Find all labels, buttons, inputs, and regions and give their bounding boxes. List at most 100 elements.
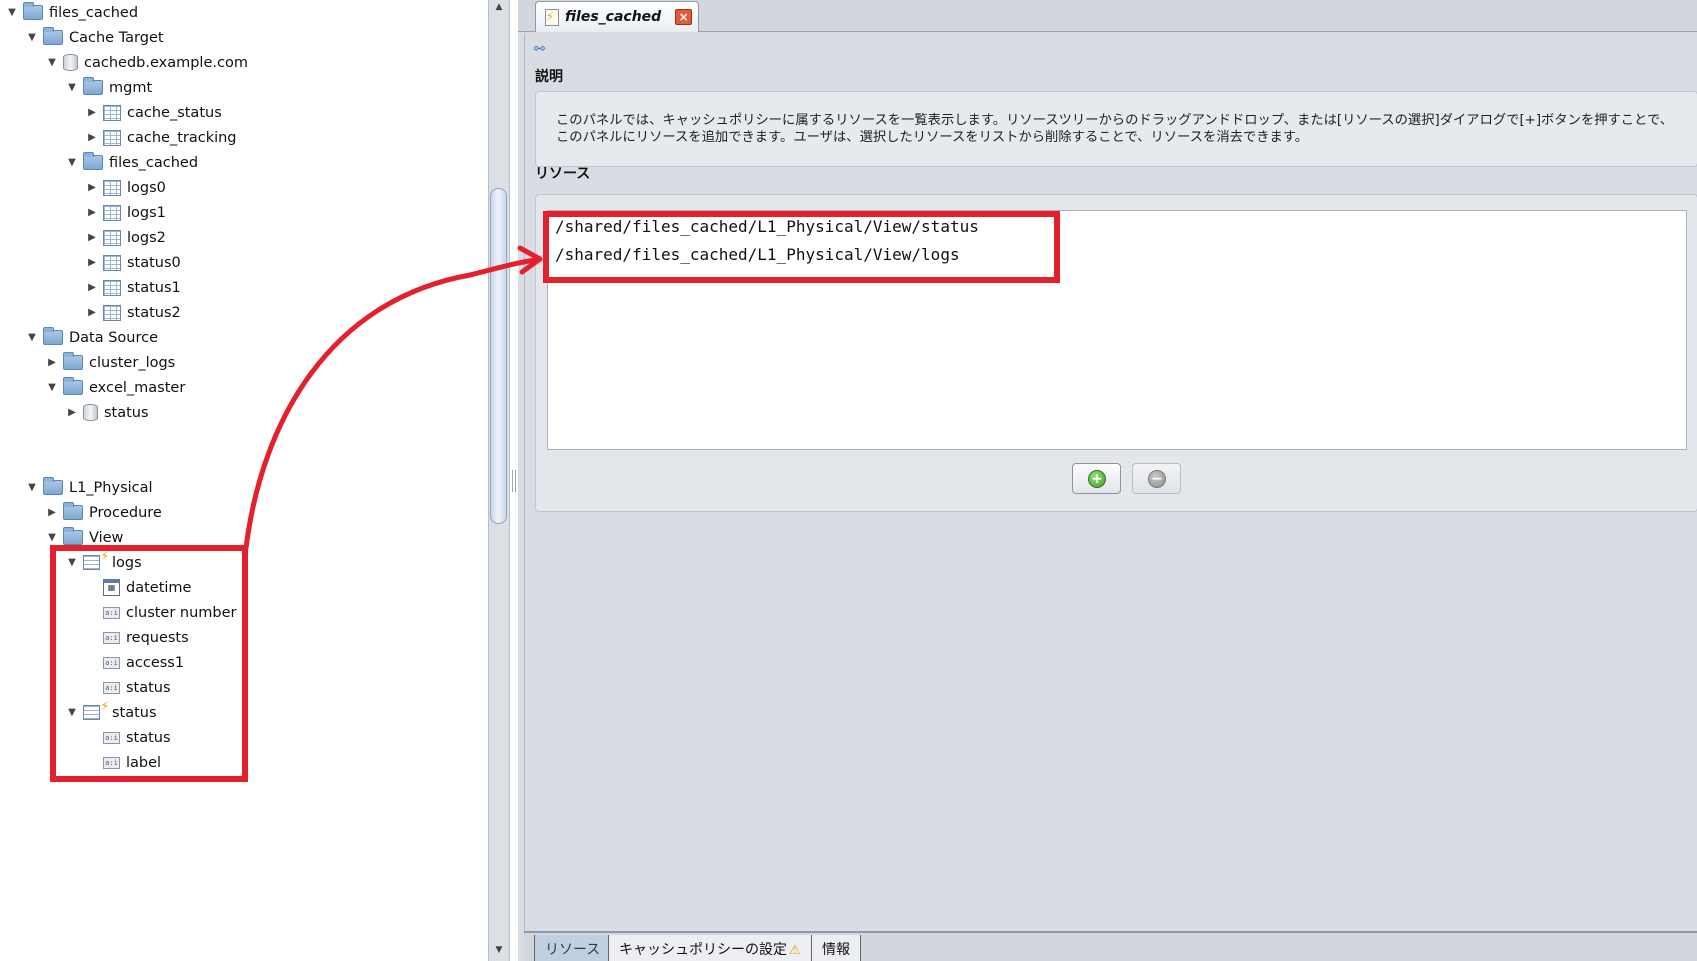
resources-heading: リソース [535,166,591,182]
collapse-arrow-icon[interactable]: ▶ [85,107,99,118]
splitter-grip[interactable] [512,470,516,492]
editor-tab-files-cached[interactable]: files_cached × [535,1,699,32]
editor-content: ⚯ 説明 このパネルでは、キャッシュポリシーに属するリソースを一覧表示します。リ… [524,33,1697,931]
tree-node[interactable]: ▼ Data Source [25,325,158,350]
tab-resources[interactable]: リソース [534,935,612,961]
tree-node[interactable]: ▶ logs1 [85,200,166,225]
tree-scrollbar[interactable]: ▲ ▼ [488,0,510,961]
expand-arrow-icon[interactable]: ▼ [65,157,79,168]
editor-tab-label: files_cached [565,9,662,25]
tree-node[interactable]: ▶ status2 [85,300,181,325]
folder-icon [23,2,43,20]
tree-node[interactable]: ▶ cluster_logs [45,350,175,375]
collapse-arrow-icon[interactable]: ▶ [85,232,99,243]
collapse-arrow-icon[interactable]: ▶ [85,207,99,218]
highlight-box-tree-columns [50,545,248,782]
tab-info-label: 情報 [822,942,850,958]
tree-node-label: logs1 [127,204,166,221]
tree-node-label: status [104,404,149,421]
expand-arrow-icon[interactable]: ▼ [5,7,19,18]
tree-node[interactable]: ▶ logs2 [85,225,166,250]
expand-arrow-icon[interactable]: ▼ [25,332,39,343]
tab-cache-policy-settings[interactable]: キャッシュポリシーの設定 ⚠ [608,935,812,961]
tree-node[interactable]: ▶ cache_status [85,100,222,125]
tree-node[interactable]: ▼ excel_master [45,375,185,400]
close-icon[interactable]: × [675,9,693,25]
expand-arrow-icon[interactable]: ▼ [45,532,59,543]
expand-arrow-icon[interactable]: ▼ [45,382,59,393]
tree-node[interactable]: ▼ Cache Target [25,25,164,50]
tree-node-label: mgmt [109,79,153,96]
document-icon [545,8,559,26]
tree-node[interactable]: ▶ Procedure [45,500,162,525]
tree-node-label: L1_Physical [69,479,153,496]
table-icon [103,204,121,221]
remove-icon: − [1148,470,1166,488]
tree-node[interactable]: ▼ files_cached [5,0,138,25]
tree-node-label: excel_master [89,379,186,396]
tree-node-label: cache_tracking [127,129,237,146]
database-icon [63,54,78,71]
folder-icon [83,77,103,95]
table-icon [103,129,121,146]
collapse-arrow-icon[interactable]: ▶ [85,182,99,193]
table-icon [103,279,121,296]
tree-node-label: cache_status [127,104,222,121]
expand-arrow-icon[interactable]: ▼ [45,57,59,68]
tree-node-label: logs2 [127,229,166,246]
database-icon [83,404,98,421]
description-text: このパネルでは、キャッシュポリシーに属するリソースを一覧表示します。リソースツリ… [556,113,1674,145]
table-icon [103,104,121,121]
tree-node[interactable]: ▶ logs0 [85,175,166,200]
tree-node[interactable]: ▶ status1 [85,275,181,300]
resource-tree[interactable]: ▼ files_cached ▼ Cache Target ▼ cachedb.examp… [0,0,488,961]
table-icon [103,254,121,271]
tree-node[interactable]: ▶ status0 [85,250,181,275]
tab-cache-policy-settings-label: キャッシュポリシーの設定 [619,942,787,958]
tree-node[interactable]: ▼ files_cached [65,150,198,175]
remove-resource-button[interactable]: − [1132,463,1181,494]
folder-icon [63,352,83,370]
tree-node-label: status1 [127,279,181,296]
tree-node-label: files_cached [49,4,139,21]
expand-arrow-icon[interactable]: ▼ [65,82,79,93]
collapse-arrow-icon[interactable]: ▶ [65,407,79,418]
tree-node[interactable]: ▼ cachedb.example.com [45,50,248,75]
bottom-tab-bar: リソース キャッシュポリシーの設定 ⚠ 情報 [524,931,1697,961]
folder-icon [63,502,83,520]
scroll-down-arrow-icon[interactable]: ▼ [492,945,506,959]
folder-icon [43,327,63,345]
tree-node-label: cachedb.example.com [84,54,248,71]
expand-arrow-icon[interactable]: ▼ [25,32,39,43]
tree-node[interactable]: ▼ mgmt [65,75,152,100]
tree-node-label: Data Source [69,329,159,346]
tree-node-label: status0 [127,254,181,271]
tree-node-label: Cache Target [69,29,164,46]
editor-tab-strip: files_cached × [518,0,1697,32]
tree-node[interactable]: ▼ L1_Physical [25,475,153,500]
folder-icon [63,527,83,545]
tree-node[interactable]: ▶ cache_tracking [85,125,237,150]
collapse-arrow-icon[interactable]: ▶ [45,507,59,518]
collapse-arrow-icon[interactable]: ▶ [85,307,99,318]
collapse-arrow-icon[interactable]: ▶ [85,132,99,143]
tree-node-label: View [89,529,124,546]
tree-node-label: Procedure [89,504,162,521]
folder-icon [43,27,63,45]
folder-icon [43,477,63,495]
collapse-arrow-icon[interactable]: ▶ [45,357,59,368]
collapse-arrow-icon[interactable]: ▶ [85,282,99,293]
description-box: このパネルでは、キャッシュポリシーに属するリソースを一覧表示します。リソースツリ… [535,91,1697,167]
add-icon: + [1088,470,1106,488]
tree-node[interactable]: ▶ status [65,400,149,425]
table-icon [103,304,121,321]
collapse-arrow-icon[interactable]: ▶ [85,257,99,268]
expand-arrow-icon[interactable]: ▼ [25,482,39,493]
add-resource-button[interactable]: + [1072,463,1121,494]
tree-structure-icon[interactable]: ⚯ [534,42,554,58]
tree-node-label: status2 [127,304,181,321]
warning-icon: ⚠ [789,943,801,958]
scroll-up-arrow-icon[interactable]: ▲ [492,2,506,16]
scrollbar-thumb[interactable] [490,188,507,524]
tab-info[interactable]: 情報 [811,935,861,961]
